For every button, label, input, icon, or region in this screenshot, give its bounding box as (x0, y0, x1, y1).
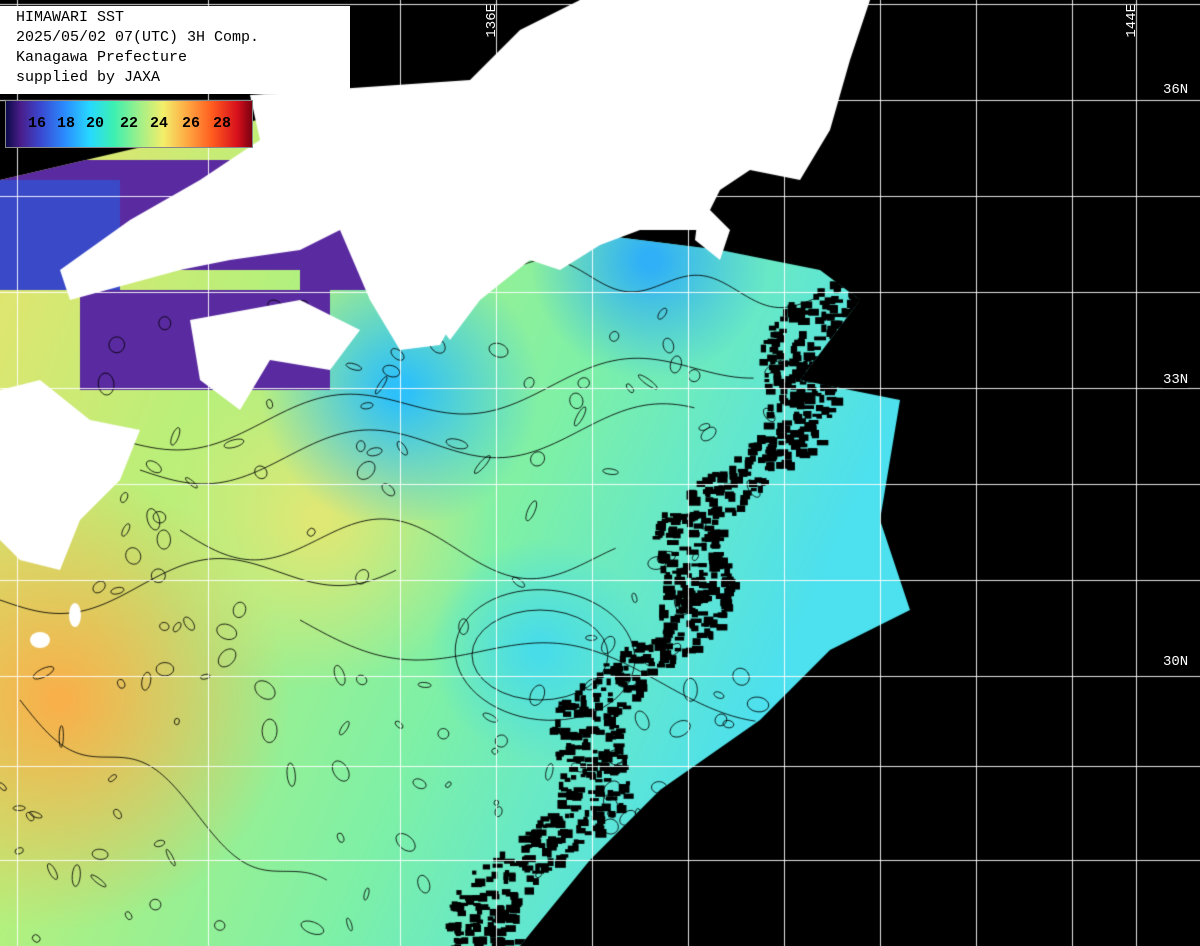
temperature-legend: 16 18 20 22 24 26 28 (5, 100, 253, 148)
region-line: Kanagawa Prefecture (16, 48, 350, 68)
credit-line: supplied by JAXA (16, 68, 350, 88)
legend-tick: 16 (28, 115, 46, 132)
title-box: HIMAWARI SST 2025/05/02 07(UTC) 3H Comp. K… (0, 6, 350, 94)
legend-tick: 24 (150, 115, 168, 132)
title-line: HIMAWARI SST (16, 8, 350, 28)
legend-tick: 22 (120, 115, 138, 132)
lat-label-36n: 36N (1163, 82, 1188, 98)
legend-tick: 20 (86, 115, 104, 132)
lat-label-30n: 30N (1163, 654, 1188, 670)
legend-tick: 28 (213, 115, 231, 132)
datetime-line: 2025/05/02 07(UTC) 3H Comp. (16, 28, 350, 48)
lon-label-144e: 144E (1124, 4, 1140, 38)
legend-tick: 18 (57, 115, 75, 132)
lon-label-136e: 136E (484, 4, 500, 38)
legend-tick: 26 (182, 115, 200, 132)
lat-label-33n: 33N (1163, 372, 1188, 388)
